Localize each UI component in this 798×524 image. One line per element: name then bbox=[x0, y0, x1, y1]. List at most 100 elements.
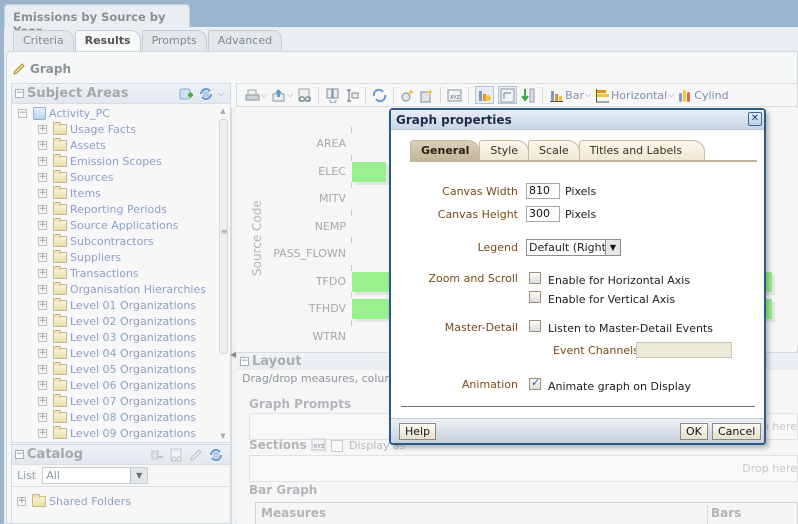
expand-icon[interactable]: + bbox=[38, 252, 47, 262]
panel-splitter[interactable] bbox=[231, 108, 236, 524]
edit-icon[interactable] bbox=[188, 447, 204, 463]
tree-item[interactable]: + Organisation Hierarchies bbox=[12, 281, 218, 297]
tab-general[interactable]: General bbox=[410, 140, 481, 161]
add-to-analysis-icon[interactable] bbox=[148, 447, 164, 463]
expand-icon[interactable]: + bbox=[38, 284, 47, 294]
expand-icon[interactable]: + bbox=[38, 124, 47, 134]
tree-item[interactable]: + Level 07 Organizations bbox=[12, 393, 218, 409]
tree-item[interactable]: + Level 08 Organizations bbox=[12, 409, 218, 425]
expand-icon[interactable]: + bbox=[38, 332, 47, 342]
zoom-horizontal-checkbox[interactable] bbox=[529, 272, 541, 284]
expand-icon[interactable]: + bbox=[38, 156, 47, 166]
expand-icon[interactable]: + bbox=[38, 364, 47, 374]
expand-icon[interactable]: + bbox=[38, 316, 47, 326]
graph-property-button[interactable] bbox=[475, 86, 495, 104]
dropdown-arrow-icon[interactable]: ▼ bbox=[605, 240, 620, 255]
measures-dropzone[interactable]: Measures Bars bbox=[255, 502, 798, 524]
view-icon[interactable] bbox=[168, 447, 184, 463]
tree-item[interactable]: + Level 01 Organizations bbox=[12, 297, 218, 313]
print-button[interactable]: ⌵ bbox=[245, 86, 267, 104]
tab-prompts[interactable]: Prompts bbox=[141, 30, 207, 51]
expand-icon[interactable]: + bbox=[17, 496, 26, 506]
expand-icon[interactable]: + bbox=[38, 172, 47, 182]
properties-button[interactable] bbox=[325, 86, 340, 104]
tab-titles-and-labels[interactable]: Titles and Labels bbox=[578, 140, 706, 161]
expand-icon[interactable]: + bbox=[38, 380, 47, 390]
pivot-button[interactable] bbox=[498, 86, 518, 104]
tree-item[interactable]: + Emission Scopes bbox=[12, 153, 218, 169]
event-channels-input[interactable] bbox=[636, 342, 732, 358]
dropdown-arrow-icon[interactable]: ▼ bbox=[130, 468, 148, 483]
tree-item[interactable]: + Transactions bbox=[12, 265, 218, 281]
expand-icon[interactable]: + bbox=[38, 300, 47, 310]
selection-steps-button[interactable]: XYZ bbox=[447, 86, 462, 104]
refresh-icon[interactable] bbox=[198, 86, 214, 102]
export-button[interactable]: ⌵ bbox=[271, 86, 293, 104]
expand-icon[interactable]: + bbox=[38, 396, 47, 406]
scroll-thumb[interactable]: ≡ bbox=[219, 119, 228, 354]
collapse-left-icon[interactable]: ◀ bbox=[230, 350, 236, 359]
tree-item[interactable]: + Assets bbox=[12, 137, 218, 153]
expand-icon[interactable]: + bbox=[38, 204, 47, 214]
tree-item[interactable]: + Level 03 Organizations bbox=[12, 329, 218, 345]
tab-criteria[interactable]: Criteria bbox=[13, 30, 74, 51]
tree-item[interactable]: + Level 06 Organizations bbox=[12, 377, 218, 393]
cancel-button[interactable]: Cancel bbox=[712, 423, 762, 440]
expand-icon[interactable]: + bbox=[38, 428, 47, 438]
help-button[interactable]: Help bbox=[399, 423, 437, 440]
expand-icon[interactable]: + bbox=[38, 412, 47, 422]
tree-item-shared-folders[interactable]: + Shared Folders bbox=[12, 493, 230, 509]
sort-button[interactable] bbox=[521, 86, 536, 104]
collapse-icon[interactable]: − bbox=[15, 450, 24, 459]
canvas-height-input[interactable]: 300 bbox=[526, 206, 560, 222]
expand-icon[interactable]: + bbox=[38, 220, 47, 230]
display-as-checkbox[interactable] bbox=[331, 439, 343, 452]
collapse-icon[interactable]: − bbox=[18, 108, 27, 118]
tree-item[interactable]: + Sources bbox=[12, 169, 218, 185]
bar[interactable] bbox=[352, 161, 386, 182]
tab-style[interactable]: Style bbox=[479, 140, 530, 161]
tree-item[interactable]: + Level 02 Organizations bbox=[12, 313, 218, 329]
tab-scale[interactable]: Scale bbox=[528, 140, 580, 161]
format-button[interactable] bbox=[344, 86, 359, 104]
scroll-up-icon[interactable]: ▲ bbox=[217, 107, 229, 117]
collapse-icon[interactable]: − bbox=[15, 89, 24, 98]
tree-item[interactable]: + Reporting Periods bbox=[12, 201, 218, 217]
expand-icon[interactable]: + bbox=[38, 188, 47, 198]
orientation-dropdown[interactable]: Horizontal ⌵ bbox=[595, 86, 674, 104]
tree-item[interactable]: + Subcontractors bbox=[12, 233, 218, 249]
tree-item[interactable]: + Items bbox=[12, 185, 218, 201]
expand-icon[interactable]: + bbox=[38, 348, 47, 358]
add-subject-area-icon[interactable] bbox=[178, 86, 194, 102]
refresh-icon[interactable] bbox=[208, 447, 224, 463]
legend-select[interactable]: Default (Right) ▼ bbox=[526, 239, 621, 256]
tab-advanced[interactable]: Advanced bbox=[207, 30, 283, 51]
animation-checkbox[interactable] bbox=[529, 376, 541, 390]
expand-icon[interactable]: + bbox=[38, 268, 47, 278]
tree-item[interactable]: + Level 09 Organizations bbox=[12, 425, 218, 441]
tab-results[interactable]: Results bbox=[74, 30, 141, 52]
collapse-icon[interactable]: − bbox=[240, 357, 249, 366]
expand-icon[interactable]: + bbox=[38, 140, 47, 150]
ok-button[interactable]: OK bbox=[680, 423, 708, 440]
chevron-down-icon[interactable]: ⌵ bbox=[218, 89, 224, 99]
style-dropdown[interactable]: Cylind bbox=[678, 86, 729, 104]
tree-item[interactable]: + Suppliers bbox=[12, 249, 218, 265]
tree-item[interactable]: + Level 04 Organizations bbox=[12, 345, 218, 361]
scroll-down-icon[interactable]: ▼ bbox=[217, 432, 229, 442]
sections-dropzone[interactable]: Drop here bbox=[249, 455, 798, 482]
tree-root[interactable]: − Activity_PC bbox=[12, 105, 218, 121]
new-calculation-button[interactable] bbox=[400, 86, 415, 104]
close-icon[interactable]: ✕ bbox=[748, 112, 762, 126]
catalog-list-select[interactable]: All ▼ bbox=[42, 467, 149, 484]
master-detail-checkbox[interactable] bbox=[529, 320, 541, 332]
tree-item[interactable]: + Source Applications bbox=[12, 217, 218, 233]
preview-button[interactable] bbox=[297, 86, 312, 104]
new-group-button[interactable] bbox=[419, 86, 434, 104]
tree-item[interactable]: + Usage Facts bbox=[12, 121, 218, 137]
expand-icon[interactable]: + bbox=[38, 236, 47, 246]
refresh-button[interactable] bbox=[372, 86, 387, 104]
tree-scrollbar[interactable]: ▲ ≡ ▼ bbox=[217, 107, 229, 442]
graph-type-dropdown[interactable]: Bar ⌵ bbox=[549, 86, 591, 104]
tree-item[interactable]: + Level 05 Organizations bbox=[12, 361, 218, 377]
